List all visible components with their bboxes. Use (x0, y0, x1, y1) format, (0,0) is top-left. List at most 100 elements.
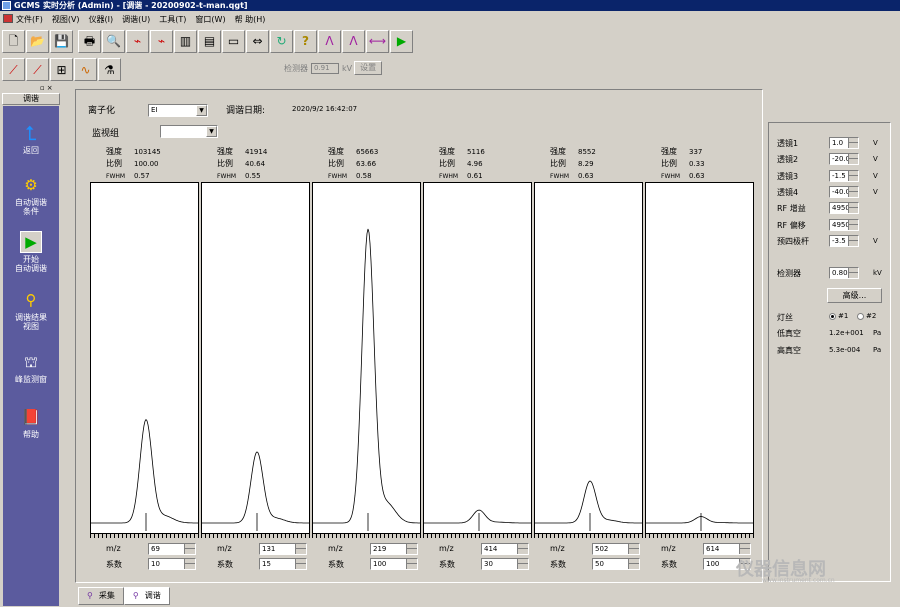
line-edit-icon[interactable]: ⟋ (2, 58, 25, 81)
help-icon[interactable]: ? (294, 29, 317, 53)
peak-scan-icon[interactable]: ⟷ (366, 29, 389, 53)
refresh-icon[interactable]: ↻ (270, 29, 293, 53)
layout-bottom-icon[interactable]: ▤ (198, 29, 221, 53)
factor-field[interactable]: 100 (370, 558, 418, 570)
filament-label: 灯丝 (777, 313, 793, 322)
spin-button[interactable] (628, 544, 639, 554)
spin-button[interactable] (848, 203, 858, 214)
low-vacuum-unit: Pa (873, 329, 882, 337)
print-icon[interactable]: 🖶 (78, 29, 101, 53)
open-folder-icon[interactable]: 📂 (26, 29, 49, 53)
peak-trace (646, 516, 753, 524)
axis-ruler (534, 534, 643, 538)
line-add-icon[interactable]: ⟋ (26, 58, 49, 81)
bottom-tabs: ⚲ 采集 ⚲ 调谐 (78, 587, 170, 607)
factor-label: 系数 (328, 560, 344, 569)
param-field[interactable]: -40.0 (829, 185, 859, 198)
nav-start-auto-tune[interactable]: ▶ 开始 自动调谐 (3, 231, 59, 273)
nav-peak-monitor[interactable]: ⛫ 峰监测窗 (3, 351, 59, 384)
spectrum-icon[interactable]: ∿ (74, 58, 97, 81)
nav-auto-tune-condition[interactable]: ⚙ 自动调谐 条件 (3, 174, 59, 216)
monitor-group-select[interactable]: ▼ (160, 125, 218, 138)
mz-field[interactable]: 219 (370, 543, 418, 555)
peak-6-icon[interactable]: Λ (342, 29, 365, 53)
ionization-select[interactable]: EI ▼ (148, 104, 208, 117)
spin-button[interactable] (184, 559, 195, 569)
spin-button[interactable] (406, 559, 417, 569)
param-field[interactable]: 4950 (829, 218, 859, 231)
menu-tools[interactable]: 工具(T) (159, 14, 186, 25)
mz-label: m/z (550, 544, 565, 553)
tune-date-value: 2020/9/2 16:42:07 (292, 105, 358, 113)
peak-3-icon[interactable]: Λ (318, 29, 341, 53)
sample-icon[interactable]: ⊞ (50, 58, 73, 81)
spin-button[interactable] (848, 186, 858, 197)
menu-view[interactable]: 视图(V) (52, 14, 80, 25)
param-field[interactable]: 4950 (829, 202, 859, 215)
window-title: GCMS 实时分析 (Admin) - [调谐 - 20200902-t-man… (14, 1, 248, 10)
nav-help[interactable]: 📕 帮助 (3, 406, 59, 439)
filament-radio-2[interactable]: #2 (857, 312, 876, 320)
peak-stats: 强度 5116 比例 4.96 FWHM 0.61 (439, 146, 485, 183)
advanced-button[interactable]: 高级... (827, 288, 882, 303)
mz-field[interactable]: 614 (703, 543, 751, 555)
axis-ruler (423, 534, 532, 538)
new-file-icon[interactable]: 🗋 (2, 29, 25, 53)
detector-voltage-field[interactable]: 0.80 (829, 267, 859, 279)
tab-tune[interactable]: ⚲ 调谐 (123, 587, 170, 605)
window-icon[interactable]: ▭ (222, 29, 245, 53)
nav-tune-result-view[interactable]: ⚲ 调谐结果 视图 (3, 289, 59, 331)
param-field[interactable]: -1.5 (829, 169, 859, 182)
spin-button[interactable] (848, 154, 858, 165)
play-icon[interactable]: ▶ (390, 29, 413, 53)
nav-back-label: 返回 (23, 146, 39, 155)
menu-instrument[interactable]: 仪器(I) (89, 14, 114, 25)
mz-field[interactable]: 131 (259, 543, 307, 555)
mz-field[interactable]: 69 (148, 543, 196, 555)
peak-trace (91, 418, 198, 524)
mz-label: m/z (661, 544, 676, 553)
peak-plot (534, 182, 643, 534)
nav-back[interactable]: ⮤ 返回 (3, 122, 59, 156)
factor-field[interactable]: 50 (592, 558, 640, 570)
menu-help[interactable]: 帮 助(H) (235, 14, 266, 25)
vial-icon[interactable]: ⚗ (98, 58, 121, 81)
panel-controls[interactable]: ▫× (40, 84, 55, 92)
mz-field[interactable]: 502 (592, 543, 640, 555)
mz-field[interactable]: 414 (481, 543, 529, 555)
tab-acquisition[interactable]: ⚲ 采集 (78, 587, 124, 605)
param-field[interactable]: -20.0 (829, 153, 859, 166)
menu-tune[interactable]: 调谐(U) (122, 14, 150, 25)
spin-button[interactable] (848, 170, 858, 181)
spin-button[interactable] (848, 138, 858, 148)
arrows-icon[interactable]: ⇔ (246, 29, 269, 53)
spin-button[interactable] (848, 235, 858, 246)
factor-field[interactable]: 15 (259, 558, 307, 570)
chart-settings-icon[interactable]: ⌁ (126, 29, 149, 53)
print-preview-icon[interactable]: 🔍 (102, 29, 125, 53)
spin-button[interactable] (739, 544, 750, 554)
filament-radio-1[interactable]: #1 (829, 312, 848, 320)
spin-button[interactable] (406, 544, 417, 554)
spin-button[interactable] (517, 544, 528, 554)
acquisition-icon: ⚲ (87, 591, 93, 600)
factor-field[interactable]: 30 (481, 558, 529, 570)
save-icon[interactable]: 💾 (50, 29, 73, 53)
layout-left-icon[interactable]: ▥ (174, 29, 197, 53)
watermark: 仪器信息网 www.instrument.com.cn (736, 555, 835, 584)
param-field[interactable]: 1.0 (829, 137, 859, 149)
spin-button[interactable] (295, 544, 306, 554)
spin-button[interactable] (848, 268, 858, 278)
param-field[interactable]: -3.5 (829, 234, 859, 247)
menu-file[interactable]: 文件(F) (16, 14, 43, 25)
factor-field[interactable]: 10 (148, 558, 196, 570)
spin-button[interactable] (517, 559, 528, 569)
spin-button[interactable] (628, 559, 639, 569)
chart-compare-icon[interactable]: ⌁ (150, 29, 173, 53)
spin-button[interactable] (848, 219, 858, 230)
spin-button[interactable] (295, 559, 306, 569)
mz-label: m/z (328, 544, 343, 553)
spin-button[interactable] (184, 544, 195, 554)
mdi-window-icon[interactable] (3, 14, 13, 23)
menu-window[interactable]: 窗口(W) (195, 14, 225, 25)
